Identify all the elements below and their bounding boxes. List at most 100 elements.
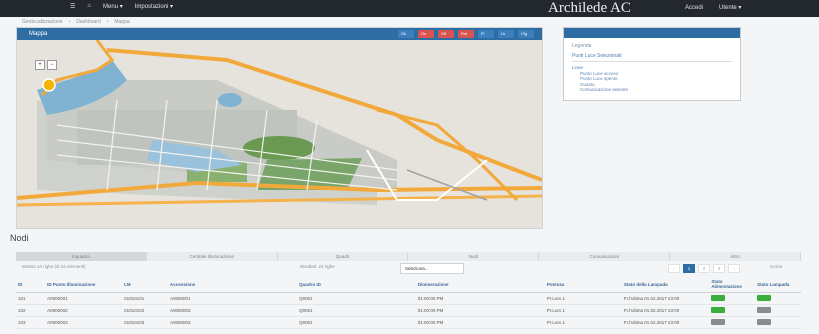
map-reset-button[interactable]: Rst xyxy=(458,30,474,38)
zoom-in-button[interactable]: + xyxy=(35,60,45,70)
breadcrumb: Geolocalizzazione › Dashboard › Mappa xyxy=(22,19,130,25)
table-cell xyxy=(755,304,801,317)
page-3-button[interactable]: 3 xyxy=(713,264,725,273)
legend-panel: Legenda Punti Luce Selezionati Linee Pun… xyxy=(563,27,741,101)
status-badge[interactable] xyxy=(711,307,726,313)
map-config-button[interactable]: Cfg xyxy=(518,30,534,38)
top-menu: ☰ ⌂ Menu ▾ Impostazioni ▾ xyxy=(70,3,173,10)
legend-subtitle: Punti Luce Selezionati xyxy=(572,53,622,59)
table-cell: A0000003 xyxy=(45,316,123,329)
pagination: ‹ 1 2 3 › xyxy=(668,264,740,273)
rows-info: Mostra 10 righe (di 24 elementi) xyxy=(22,264,86,269)
map-off-button[interactable]: Off xyxy=(438,30,454,38)
page-2-button[interactable]: 2 xyxy=(698,264,710,273)
tab-comunicazioni[interactable]: Comunicazioni xyxy=(539,252,671,261)
status-badge[interactable] xyxy=(757,295,772,301)
page-prev-button[interactable]: ‹ xyxy=(668,264,680,273)
map-graphic[interactable] xyxy=(17,40,542,228)
table-cell: 01010102 xyxy=(122,304,168,317)
brand-logo: Archilede AC xyxy=(548,0,631,16)
table-cell: Pr.Lum 1 xyxy=(544,292,622,305)
results-info: Risultati: 24 righe xyxy=(300,264,335,269)
filter-select-value: Seleziona... xyxy=(405,266,429,271)
table-cell: 103 xyxy=(16,316,46,329)
page-next-button[interactable]: › xyxy=(728,264,740,273)
col-header[interactable]: Stato Alimentazione xyxy=(709,276,756,293)
nav-menu[interactable]: Menu ▾ xyxy=(103,3,123,10)
menu-icon[interactable]: ☰ xyxy=(70,3,75,10)
legend-header-bar xyxy=(564,28,740,38)
col-header[interactable]: Accensione xyxy=(167,276,298,293)
section-title: Nodi xyxy=(10,233,29,243)
map-filter-button[interactable]: Fl xyxy=(478,30,494,38)
table-cell: A0000002 xyxy=(45,304,123,317)
table-cell: Pr.Lum 1 xyxy=(544,316,622,329)
col-header[interactable]: LM xyxy=(122,276,168,293)
status-badge[interactable] xyxy=(757,307,772,313)
table-cell: Fr.l'ultima 01.02.2017 23:00 xyxy=(621,292,710,305)
breadcrumb-item[interactable]: Geolocalizzazione xyxy=(22,19,63,25)
table-cell xyxy=(755,292,801,305)
home-icon[interactable]: ⌂ xyxy=(87,3,91,10)
user-menu[interactable]: Utente ▾ xyxy=(719,4,741,11)
table-cell xyxy=(709,304,756,317)
filter-select[interactable]: Seleziona... xyxy=(400,263,464,274)
col-header[interactable]: Quadro ID xyxy=(297,276,416,293)
col-header[interactable]: Potenza xyxy=(544,276,622,293)
map-canvas[interactable]: + − xyxy=(17,40,542,228)
breadcrumb-sep: › xyxy=(68,19,71,25)
map-on-button[interactable]: On xyxy=(418,30,434,38)
tab-centrale[interactable]: Centrale Illuminazione xyxy=(147,252,278,261)
map-panel-header: Mappa Ok On Off Rst Fl Lk Cfg xyxy=(17,28,542,40)
table-cell xyxy=(755,316,801,329)
table-cell: 102 xyxy=(16,304,46,317)
status-badge[interactable] xyxy=(711,295,726,301)
table-cell: 01:00:00 PM xyxy=(415,292,545,305)
table-cell: 01:00:00 PM xyxy=(415,304,545,317)
map-title: Mappa xyxy=(29,31,48,37)
table-cell xyxy=(709,316,756,329)
table-cell: 101 xyxy=(16,292,46,305)
zoom-out-button[interactable]: − xyxy=(47,60,57,70)
tab-inquadra[interactable]: Inquadra xyxy=(16,252,147,261)
legend-title: Legenda xyxy=(572,43,592,49)
map-lock-button[interactable]: Lk xyxy=(498,30,514,38)
col-header[interactable]: Stato Lampada xyxy=(755,276,801,293)
tab-quadri[interactable]: Quadri xyxy=(278,252,409,261)
table-cell: 01010103 xyxy=(122,316,168,329)
col-header[interactable]: ID xyxy=(16,276,46,293)
status-badge[interactable] xyxy=(711,319,726,325)
legend-divider xyxy=(572,61,732,62)
table-cell: 01:00:00 PM xyxy=(415,316,545,329)
tab-nodi[interactable]: Nodi xyxy=(408,252,540,261)
tab-altro[interactable]: Altro xyxy=(670,252,801,261)
breadcrumb-item: Mappa xyxy=(114,19,130,25)
table-cell: A0000001 xyxy=(167,292,298,305)
table-cell: A0000003 xyxy=(167,316,298,329)
col-header[interactable]: ID Punto Illuminazione xyxy=(45,276,123,293)
status-badge[interactable] xyxy=(757,319,772,325)
col-header[interactable]: Dimmerazione xyxy=(415,276,545,293)
col-header[interactable]: Stato della Lampada xyxy=(621,276,710,293)
legend-list: Linee Punto Luce acceso Punto Luce spent… xyxy=(572,65,628,93)
table-cell: A0000002 xyxy=(167,304,298,317)
table-row[interactable]: 101 A0000001 01010101 A0000001 Q0001 01:00:00… xyxy=(16,292,801,305)
table-cell: Q0001 xyxy=(297,316,416,329)
search-link[interactable]: Cerca xyxy=(770,264,782,269)
breadcrumb-item[interactable]: Dashboard xyxy=(76,19,100,25)
table-cell: Q0001 xyxy=(297,304,416,317)
table-cell: Pr.Lum 1 xyxy=(544,304,622,317)
tab-bar: Inquadra Centrale Illuminazione Quadri N… xyxy=(16,252,801,261)
table-cell: Q0001 xyxy=(297,292,416,305)
nodes-table: ID ID Punto Illuminazione LM Accensione … xyxy=(16,276,801,329)
map-panel: Mappa Ok On Off Rst Fl Lk Cfg + − xyxy=(16,27,543,229)
login-link[interactable]: Accedi xyxy=(685,5,703,11)
map-ok-button[interactable]: Ok xyxy=(398,30,414,38)
nav-settings[interactable]: Impostazioni ▾ xyxy=(135,3,173,10)
page-1-button[interactable]: 1 xyxy=(683,264,695,273)
legend-item: Comunicazione assente xyxy=(580,87,629,92)
table-cell: Fr.l'ultima 01.02.2017 23:00 xyxy=(621,304,710,317)
table-cell: 01010101 xyxy=(122,292,168,305)
table-row[interactable]: 103 A0000003 01010103 A0000003 Q0001 01:00:00… xyxy=(16,316,801,329)
table-row[interactable]: 102 A0000002 01010102 A0000002 Q0001 01:00:00… xyxy=(16,304,801,317)
